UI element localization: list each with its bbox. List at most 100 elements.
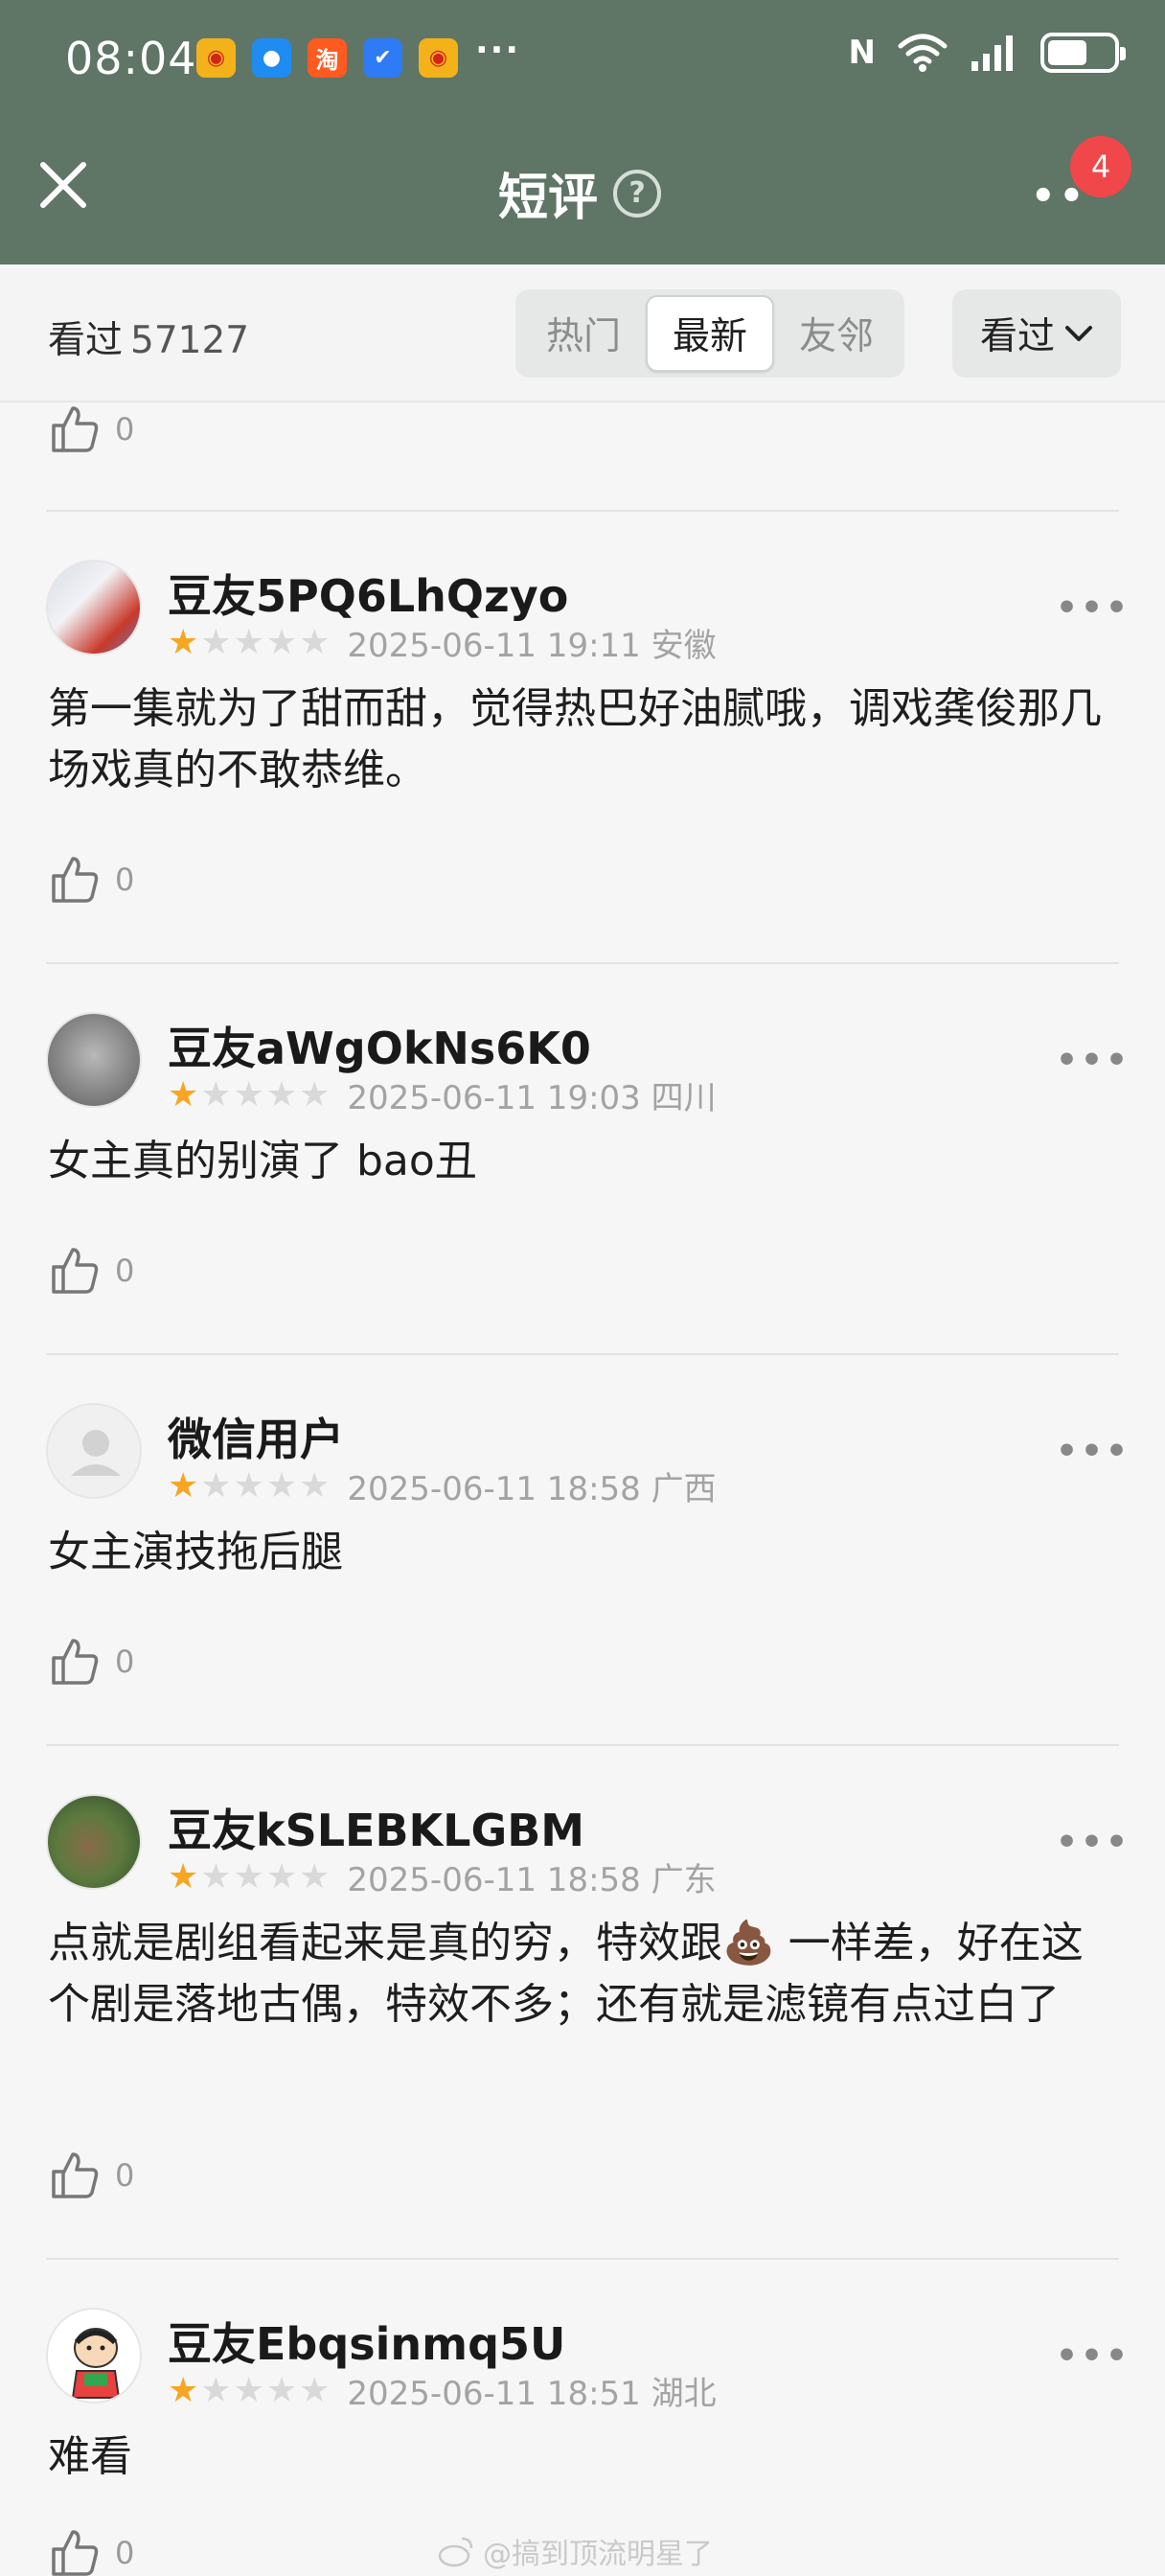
thumbs-up-icon xyxy=(52,1639,99,1685)
rating-stars: ★ ★ ★ ★ ★ xyxy=(168,1074,331,1115)
star-empty-icon: ★ xyxy=(265,1856,298,1897)
weibo-icon xyxy=(438,2537,473,2567)
default-user-icon xyxy=(71,1430,121,1476)
avatar[interactable] xyxy=(46,1794,142,1890)
comment-text: 女主演技拖后腿 xyxy=(48,1528,343,1576)
star-empty-icon: ★ xyxy=(265,622,298,662)
comment-date: 2025-06-11 19:03 四川 xyxy=(347,1079,717,1117)
like-button[interactable]: 0 xyxy=(48,1635,134,1689)
thumbs-up-icon xyxy=(52,2152,99,2198)
comment-meta: ★ ★ ★ ★ ★ 2025-06-11 19:03 四川 xyxy=(168,1071,717,1118)
star-empty-icon: ★ xyxy=(233,622,264,662)
like-button[interactable]: 0 xyxy=(48,2526,134,2576)
like-count: 0 xyxy=(115,411,135,448)
filter-bar: 看过 57127 热门 最新 友邻 看过 xyxy=(0,264,1165,402)
dropdown-label: 看过 xyxy=(979,315,1055,358)
title-group: 短评 ? xyxy=(498,157,662,229)
watermark: @搞到顶流明星了 xyxy=(437,2530,713,2572)
avatar[interactable] xyxy=(46,2308,142,2404)
taobao-app-icon: 淘 xyxy=(308,38,347,78)
thumbs-up-icon xyxy=(52,406,99,452)
star-empty-icon: ★ xyxy=(265,1074,298,1115)
rating-stars: ★ ★ ★ ★ ★ xyxy=(168,622,330,662)
status-bar: 08:04 ◉ ● 淘 ✔ ◉ ··· N xyxy=(0,0,1165,125)
thumbs-up-icon xyxy=(52,857,99,903)
comment-text: 难看 xyxy=(48,2432,132,2481)
star-filled-icon: ★ xyxy=(168,2370,199,2410)
star-empty-icon: ★ xyxy=(233,1074,264,1115)
seen-filter-dropdown[interactable]: 看过 xyxy=(952,289,1121,378)
star-filled-icon: ★ xyxy=(168,1856,199,1897)
thumbs-up-icon xyxy=(52,1248,99,1294)
like-button[interactable]: 0 xyxy=(48,402,134,456)
rating-stars: ★ ★ ★ ★ ★ xyxy=(168,1856,330,1897)
comment-date: 2025-06-11 18:58 广东 xyxy=(347,1861,717,1899)
weibo-lite-app-icon: ◉ xyxy=(196,38,236,78)
star-empty-icon: ★ xyxy=(265,2370,298,2410)
like-button[interactable]: 0 xyxy=(48,1244,134,1298)
avatar[interactable] xyxy=(46,1403,142,1499)
avatar[interactable] xyxy=(46,560,142,656)
divider xyxy=(46,1744,1119,1746)
notification-badge: 4 xyxy=(1070,136,1131,197)
seen-label: 看过 xyxy=(48,319,124,362)
comment-more-button[interactable]: ••• xyxy=(1056,1041,1131,1080)
star-empty-icon: ★ xyxy=(200,1856,232,1897)
tab-friends[interactable]: 友邻 xyxy=(774,295,899,372)
signal-icon xyxy=(971,35,1013,71)
title-bar: 短评 ? •• 4 xyxy=(0,125,1165,264)
star-filled-icon: ★ xyxy=(168,622,199,662)
divider xyxy=(46,2258,1119,2260)
star-empty-icon: ★ xyxy=(200,1465,232,1506)
comment-username[interactable]: 豆友aWgOkNs6K0 xyxy=(168,1014,591,1077)
star-empty-icon: ★ xyxy=(233,1465,264,1506)
star-empty-icon: ★ xyxy=(299,1074,331,1115)
like-count: 0 xyxy=(115,2157,135,2194)
weibo-app-icon: ◉ xyxy=(419,38,458,78)
comment-date: 2025-06-11 18:51 湖北 xyxy=(347,2375,717,2413)
star-empty-icon: ★ xyxy=(265,1465,298,1506)
comment-more-button[interactable]: ••• xyxy=(1056,588,1131,628)
comment-more-button[interactable]: ••• xyxy=(1056,1432,1131,1471)
chevron-down-icon xyxy=(1065,326,1092,341)
comment-more-button[interactable]: ••• xyxy=(1056,1823,1131,1862)
thumbs-up-icon xyxy=(52,2530,99,2576)
comment-more-button[interactable]: ••• xyxy=(1056,2336,1131,2376)
comment-meta: ★ ★ ★ ★ ★ 2025-06-11 19:11 安徽 xyxy=(168,619,717,666)
more-notifications-icon: ··· xyxy=(475,31,521,70)
like-count: 0 xyxy=(115,2535,135,2571)
star-filled-icon: ★ xyxy=(168,1074,199,1115)
battery-icon xyxy=(1040,33,1126,73)
help-icon[interactable]: ? xyxy=(613,169,662,218)
comment-text: 女主真的别演了 bao丑 xyxy=(48,1137,477,1185)
seen-number: 57127 xyxy=(130,319,250,362)
divider xyxy=(46,510,1119,512)
avatar[interactable] xyxy=(46,1012,142,1108)
comment-username[interactable]: 微信用户 xyxy=(168,1405,344,1468)
system-status-icons: N xyxy=(848,33,1126,73)
divider xyxy=(46,1353,1119,1355)
divider xyxy=(46,962,1119,964)
tab-hot[interactable]: 热门 xyxy=(521,295,646,372)
like-button[interactable]: 0 xyxy=(48,2149,134,2202)
like-button[interactable]: 0 xyxy=(48,853,134,907)
like-count: 0 xyxy=(115,862,135,898)
rating-stars: ★ ★ ★ ★ ★ xyxy=(168,2370,330,2410)
comment-meta: ★ ★ ★ ★ ★ 2025-06-11 18:51 湖北 xyxy=(168,2367,717,2414)
status-time: 08:04 xyxy=(65,33,197,84)
comment-username[interactable]: 豆友5PQ6LhQzyo xyxy=(168,562,568,625)
star-empty-icon: ★ xyxy=(233,1856,264,1897)
wifi-icon xyxy=(898,34,948,72)
comment-username[interactable]: 豆友kSLEBKLGBM xyxy=(168,1796,584,1859)
comment-username[interactable]: 豆友Ebqsinmq5U xyxy=(168,2310,565,2373)
comment-meta: ★ ★ ★ ★ ★ 2025-06-11 18:58 广东 xyxy=(168,1853,717,1900)
watermark-text: @搞到顶流明星了 xyxy=(483,2538,713,2571)
nfc-icon: N xyxy=(848,34,876,72)
star-empty-icon: ★ xyxy=(233,2370,264,2410)
close-button[interactable] xyxy=(34,156,92,214)
tab-latest[interactable]: 最新 xyxy=(646,295,774,372)
cartoon-avatar-icon xyxy=(71,2328,121,2399)
star-filled-icon: ★ xyxy=(168,1465,199,1506)
shield-app-icon: ✔ xyxy=(363,38,402,78)
star-empty-icon: ★ xyxy=(200,1074,232,1115)
